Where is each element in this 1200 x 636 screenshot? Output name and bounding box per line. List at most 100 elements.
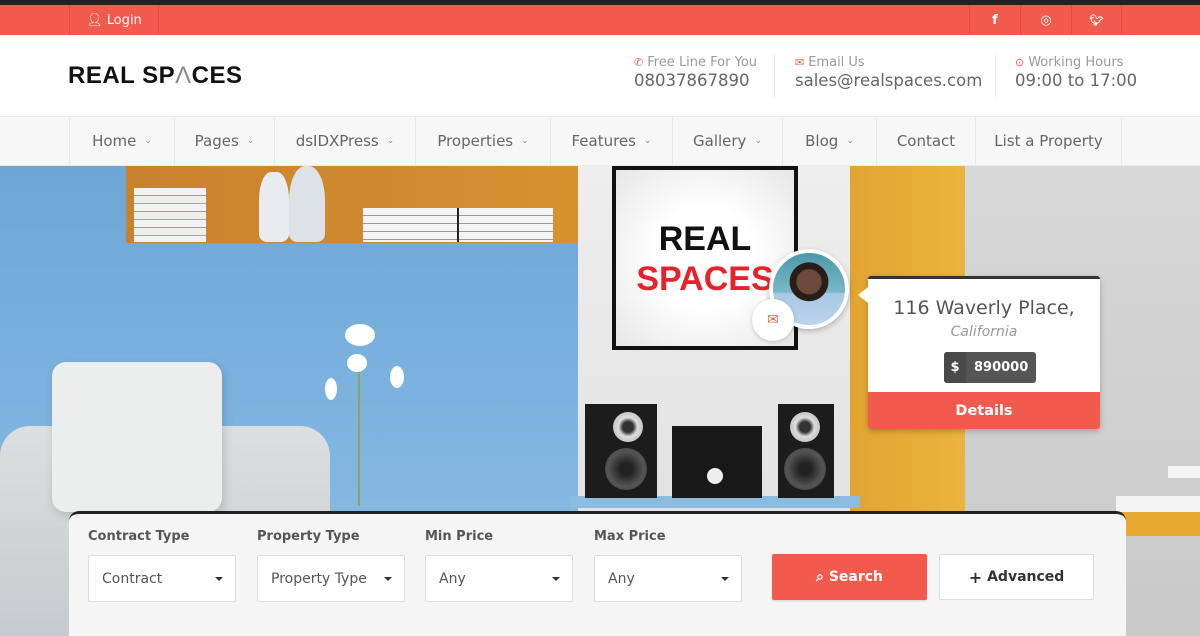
login-link[interactable]: 👤︎ Login xyxy=(69,5,159,35)
twitter-icon: 🐦︎ xyxy=(1089,13,1104,27)
clock-icon: ⊙ xyxy=(1015,56,1025,69)
instagram-link[interactable]: ◎ xyxy=(1020,5,1071,35)
nav-label: Contact xyxy=(896,132,956,150)
property-card: 116 Waverly Place, California $ 890000 D… xyxy=(858,276,1100,429)
chevron-down-icon: ⌄ xyxy=(246,136,255,146)
logo-text-part1: REAL SP xyxy=(68,62,176,89)
nav-item-pages[interactable]: Pages ⌄ xyxy=(174,117,274,165)
envelope-icon: ✉ xyxy=(767,312,779,328)
chevron-down-icon: ⌄ xyxy=(846,136,854,146)
property-price-badge: $ 890000 xyxy=(944,352,1037,383)
advanced-search-button[interactable]: + Advanced xyxy=(939,554,1094,600)
nav-divider xyxy=(1121,117,1122,165)
plus-icon: + xyxy=(968,567,983,587)
nav-label: Home xyxy=(92,132,137,150)
caret-down-icon xyxy=(215,576,223,581)
field-label: Min Price xyxy=(425,529,494,544)
contact-email: ✉ Email Us sales@realspaces.com xyxy=(795,55,982,90)
advanced-button-label: Advanced xyxy=(987,569,1065,585)
site-logo[interactable]: REAL SPΛCES xyxy=(68,62,242,90)
frame-text-spaces: SPACES xyxy=(636,260,774,298)
field-label: Contract Type xyxy=(88,529,190,544)
select-value: Contract xyxy=(102,570,163,587)
twitter-link[interactable]: 🐦︎ xyxy=(1071,5,1122,35)
field-label: Max Price xyxy=(594,529,666,544)
nav-label: Blog xyxy=(805,132,839,150)
search-button[interactable]: ⌕ Search xyxy=(772,554,927,600)
property-address[interactable]: 116 Waverly Place, xyxy=(868,297,1100,319)
chevron-down-icon: ⌄ xyxy=(386,136,395,146)
envelope-icon: ✉ xyxy=(795,56,805,69)
nav-label: Gallery xyxy=(693,132,747,150)
top-bar: 👤︎ Login f ◎ 🐦︎ xyxy=(0,5,1200,35)
site-header: REAL SPΛCES ✆ Free Line For You 080378678… xyxy=(0,35,1200,116)
caret-down-icon xyxy=(552,576,560,581)
select-value: Property Type xyxy=(271,570,367,587)
nav-item-gallery[interactable]: Gallery ⌄ xyxy=(672,117,782,165)
nav-label: Pages xyxy=(194,132,239,150)
login-label: Login xyxy=(106,12,142,28)
details-button[interactable]: Details xyxy=(868,392,1100,429)
hero-image-notebooks xyxy=(363,208,553,242)
search-button-label: Search xyxy=(828,569,884,585)
nav-item-home[interactable]: Home ⌄ xyxy=(69,117,174,165)
hero-image-stereo xyxy=(672,426,762,498)
hero-image-pillow xyxy=(52,362,222,512)
chevron-down-icon: ⌄ xyxy=(643,136,652,146)
email-label: Email Us xyxy=(808,55,865,70)
hero-image-books xyxy=(134,188,206,242)
hero-image-flower xyxy=(390,366,404,388)
hero-image-vase xyxy=(289,166,325,242)
contact-hours: ⊙ Working Hours 09:00 to 17:00 xyxy=(1015,55,1137,90)
currency-symbol: $ xyxy=(944,352,966,383)
instagram-icon: ◎ xyxy=(1040,12,1052,28)
email-value[interactable]: sales@realspaces.com xyxy=(795,71,982,90)
property-city: California xyxy=(950,324,1018,340)
nav-item-blog[interactable]: Blog ⌄ xyxy=(782,117,876,165)
hero-image-flower xyxy=(345,324,375,346)
user-icon: 👤︎ xyxy=(86,12,103,28)
nav-item-features[interactable]: Features ⌄ xyxy=(550,117,672,165)
nav-label: dsIDXPress xyxy=(295,132,379,150)
contact-phone: ✆ Free Line For You 08037867890 xyxy=(634,55,757,90)
hero-image-speaker xyxy=(585,404,657,498)
max-price-field: Max Price Any xyxy=(594,529,742,602)
hours-value: 09:00 to 17:00 xyxy=(1015,71,1138,90)
property-type-select[interactable]: Property Type xyxy=(257,555,405,602)
property-price: 890000 xyxy=(974,360,1029,375)
chevron-down-icon: ⌄ xyxy=(521,136,529,146)
min-price-select[interactable]: Any xyxy=(425,555,573,602)
nav-item-list-property[interactable]: List a Property xyxy=(975,117,1121,165)
facebook-icon: f xyxy=(992,12,998,28)
logo-a-mark: Λ xyxy=(175,62,192,89)
contract-type-field: Contract Type Contract xyxy=(88,529,236,602)
nav-item-contact[interactable]: Contact xyxy=(876,117,975,165)
select-value: Any xyxy=(608,570,635,587)
caret-down-icon xyxy=(721,576,729,581)
nav-label: Features xyxy=(571,132,636,150)
hero-image-step xyxy=(1116,512,1200,536)
hero-image-step xyxy=(1168,466,1200,478)
facebook-link[interactable]: f xyxy=(969,5,1020,35)
hero-image-step xyxy=(1116,496,1200,512)
search-icon: ⌕ xyxy=(815,569,824,585)
property-type-field: Property Type Property Type xyxy=(257,529,405,602)
nav-item-dsidxpress[interactable]: dsIDXPress ⌄ xyxy=(274,117,415,165)
hero-image-flower xyxy=(325,378,337,400)
field-label: Property Type xyxy=(257,529,360,544)
max-price-select[interactable]: Any xyxy=(594,555,742,602)
contract-type-select[interactable]: Contract xyxy=(88,555,236,602)
main-nav: Home ⌄ Pages ⌄ dsIDXPress ⌄ Properties ⌄ Fea… xyxy=(0,116,1200,166)
frame-text-real: REAL xyxy=(658,220,752,258)
hero-image-flower-stem xyxy=(358,356,360,506)
nav-label: Properties xyxy=(437,132,514,150)
divider xyxy=(774,55,775,97)
contact-agent-button[interactable]: ✉ xyxy=(752,299,794,341)
nav-item-properties[interactable]: Properties ⌄ xyxy=(415,117,550,165)
phone-value[interactable]: 08037867890 xyxy=(634,71,757,90)
chevron-down-icon: ⌄ xyxy=(144,136,152,146)
phone-label: Free Line For You xyxy=(647,55,758,70)
divider xyxy=(995,55,996,97)
hero-image-speaker xyxy=(778,404,834,498)
hours-label: Working Hours xyxy=(1028,55,1124,70)
